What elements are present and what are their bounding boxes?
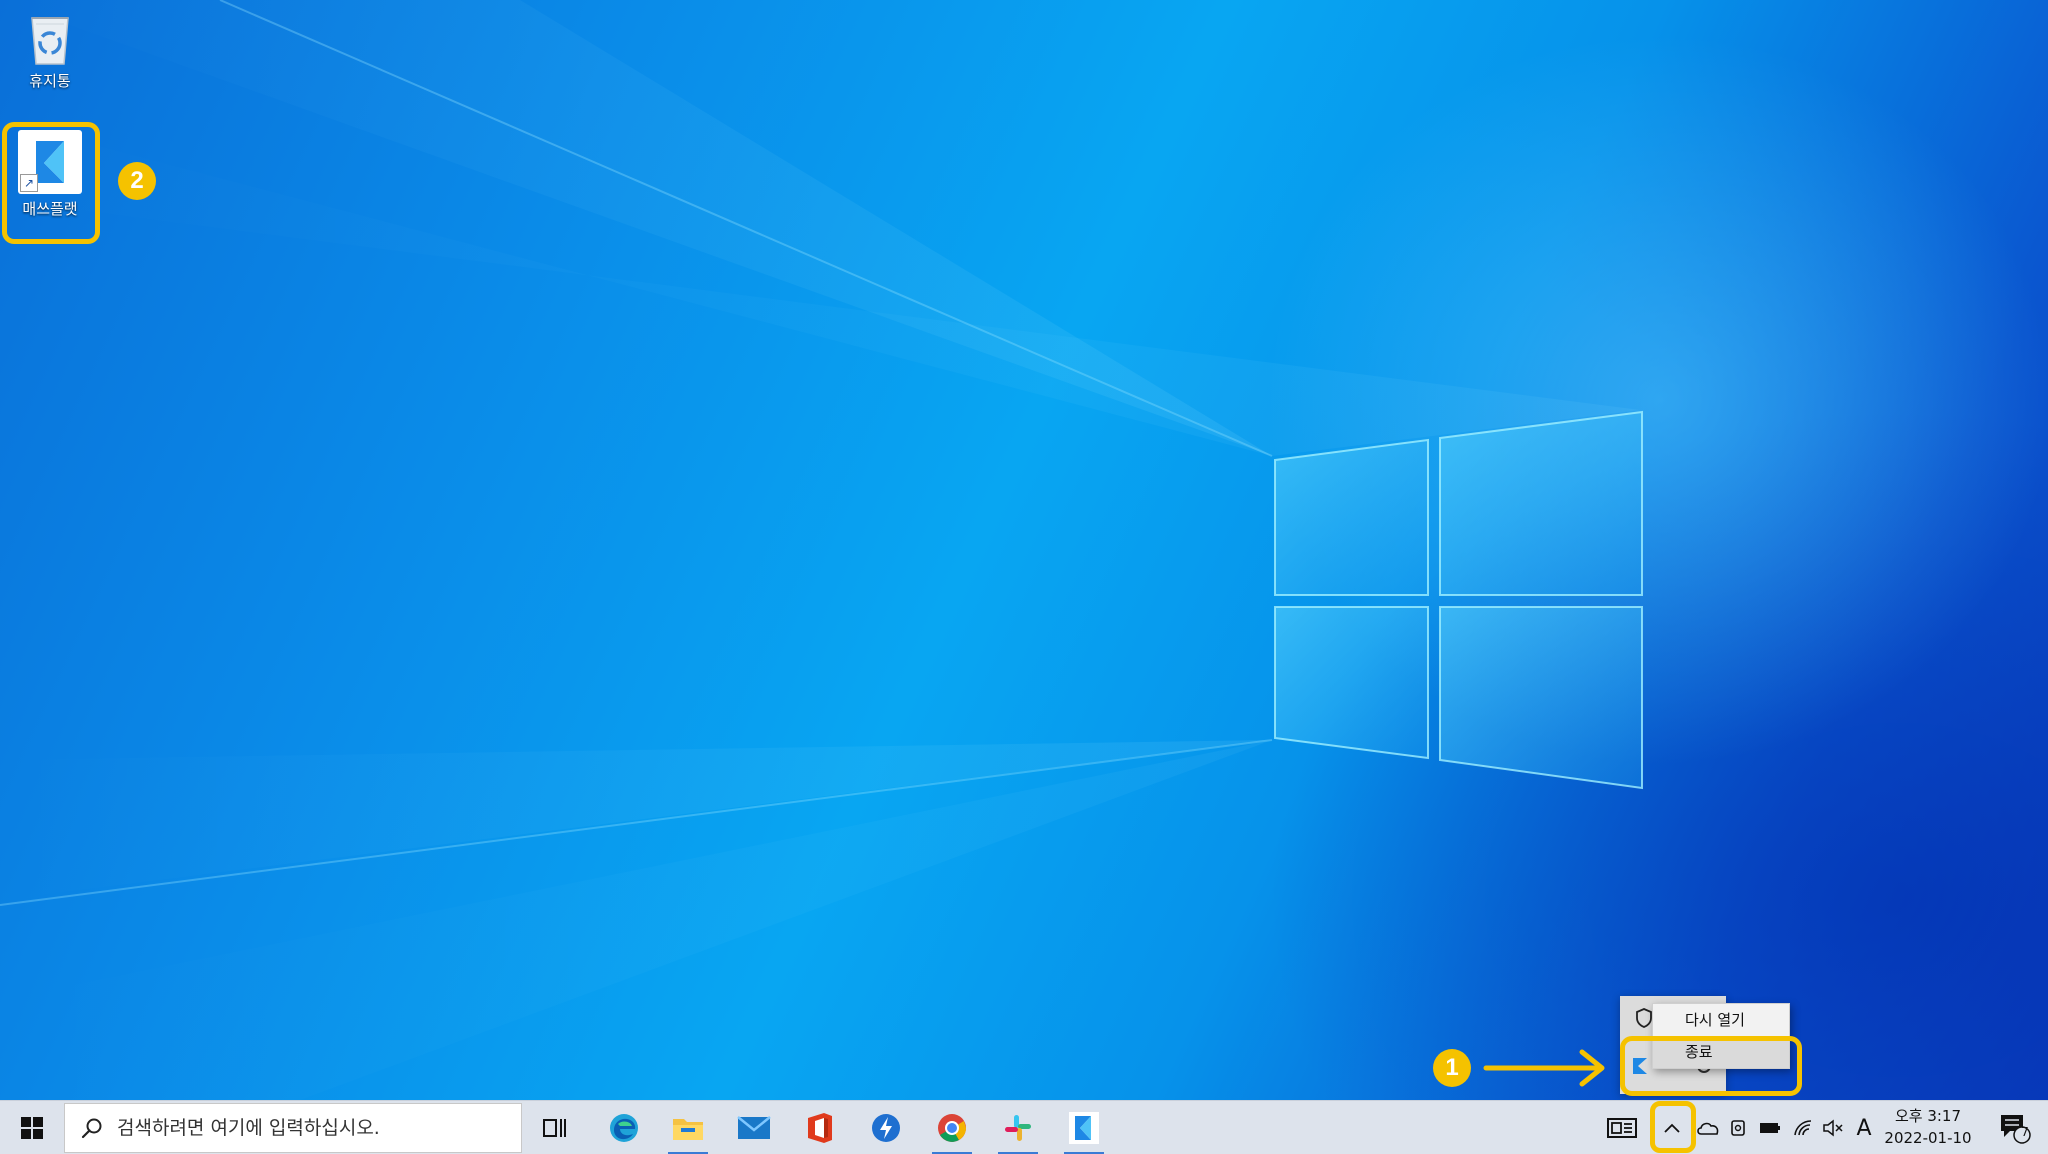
edge-icon <box>610 1114 638 1142</box>
menu-item-reopen[interactable]: 다시 열기 <box>1653 1004 1789 1036</box>
battery-tray-button[interactable] <box>1754 1101 1786 1154</box>
taskbar-app-file-explorer[interactable] <box>660 1101 716 1154</box>
notification-count-badge: 7 <box>2021 1125 2029 1139</box>
onedrive-tray-icon-button[interactable] <box>1692 1101 1724 1154</box>
mathflat-icon <box>1069 1112 1099 1144</box>
pointer-arrow-icon <box>1483 1049 1605 1087</box>
desktop-icon-recycle-bin[interactable]: 휴지통 <box>6 10 94 91</box>
taskbar-app-zapier[interactable] <box>858 1101 914 1154</box>
highlight-show-hidden-icons <box>1650 1101 1696 1153</box>
desktop-background: 휴지통 ↗ 매쓰플랫 <box>0 0 2048 1100</box>
file-explorer-icon <box>673 1119 703 1140</box>
volume-tray-button[interactable] <box>1818 1101 1848 1154</box>
chrome-icon <box>938 1114 966 1142</box>
taskbar-app-slack[interactable] <box>990 1101 1046 1154</box>
taskbar-clock[interactable]: 오후 3:17 2022-01-10 <box>1874 1105 1982 1149</box>
mail-icon <box>737 1116 771 1139</box>
task-view-icon <box>543 1119 566 1137</box>
slack-icon <box>1005 1115 1031 1141</box>
news-widget-button[interactable] <box>1604 1101 1640 1154</box>
taskbar-app-office[interactable] <box>792 1101 848 1154</box>
highlight-mathflat-icon <box>2 122 100 244</box>
taskbar-app-mathflat[interactable] <box>1056 1101 1112 1154</box>
zapier-icon <box>872 1114 900 1142</box>
step-badge-2: 2 <box>118 162 156 200</box>
clock-time: 오후 3:17 <box>1894 1107 1962 1125</box>
search-icon <box>81 1118 102 1139</box>
device-icon <box>1731 1120 1745 1136</box>
windows-start-icon <box>21 1117 43 1139</box>
office-icon <box>808 1113 832 1143</box>
clock-date: 2022-01-10 <box>1884 1129 1972 1147</box>
meet-now-tray-button[interactable] <box>1724 1101 1752 1154</box>
battery-icon <box>1760 1123 1780 1133</box>
task-view-button[interactable] <box>530 1101 580 1154</box>
highlight-exit-menu-item <box>1620 1036 1802 1096</box>
taskbar-search-box[interactable] <box>64 1103 522 1153</box>
taskbar: A 오후 3:17 2022-01-10 7 <box>0 1100 2048 1154</box>
volume-muted-icon <box>1823 1119 1843 1137</box>
taskbar-app-chrome[interactable] <box>924 1101 980 1154</box>
network-tray-button[interactable] <box>1788 1101 1818 1154</box>
wifi-icon <box>1794 1120 1812 1136</box>
taskbar-app-edge[interactable] <box>596 1101 652 1154</box>
search-input[interactable] <box>117 1117 497 1139</box>
taskbar-app-mail[interactable] <box>726 1101 782 1154</box>
onedrive-icon <box>1697 1122 1719 1135</box>
recycle-bin-icon <box>31 17 69 65</box>
start-button[interactable] <box>0 1101 64 1154</box>
step-badge-1: 1 <box>1433 1049 1471 1087</box>
windows-logo <box>1274 410 1643 790</box>
desktop-icon-label: 휴지통 <box>29 72 71 90</box>
wallpaper-light-rays <box>0 0 1643 1100</box>
notification-center-button[interactable]: 7 <box>1990 1101 2040 1154</box>
news-icon <box>1607 1118 1637 1138</box>
